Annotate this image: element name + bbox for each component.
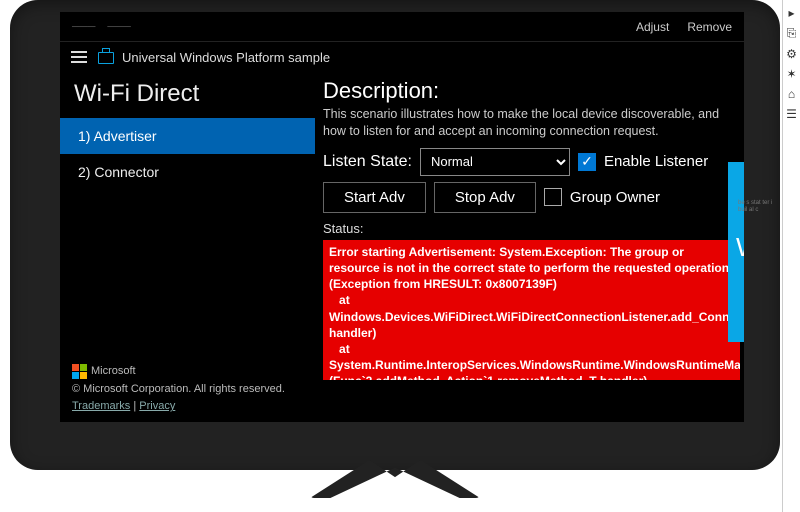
side-note-text: be s stat ter i buil al c xyxy=(738,200,778,214)
gutter-icon[interactable]: ✶ xyxy=(783,67,800,81)
enable-listener-checkbox[interactable]: ✓ xyxy=(578,153,596,171)
adjust-button[interactable]: Adjust xyxy=(636,20,669,34)
remove-button[interactable]: Remove xyxy=(687,20,732,34)
microsoft-logo: Microsoft xyxy=(72,363,285,381)
listen-state-select[interactable]: Normal xyxy=(420,148,570,176)
gutter-icon[interactable]: ☰ xyxy=(783,107,800,121)
sidebar-item-connector[interactable]: 2) Connector xyxy=(60,154,315,190)
side-banner: W xyxy=(728,162,744,342)
sidebar-footer: Microsoft © Microsoft Corporation. All r… xyxy=(72,363,285,416)
gutter-icon[interactable]: ⚙ xyxy=(783,47,800,61)
start-adv-button[interactable]: Start Adv xyxy=(323,182,426,213)
content-pane: Description: This scenario illustrates h… xyxy=(315,72,744,422)
sidebar-item-advertiser[interactable]: 1) Advertiser xyxy=(60,118,315,154)
sidebar: Wi-Fi Direct 1) Advertiser 2) Connector … xyxy=(60,72,315,422)
browser-gutter: ▸ ⎘ ⚙ ✶ ⌂ ☰ xyxy=(782,0,800,512)
status-label: Status: xyxy=(323,221,740,236)
group-owner-checkbox[interactable] xyxy=(544,188,562,206)
gutter-icon[interactable]: ⌂ xyxy=(783,87,800,101)
topbar-left: ────── xyxy=(72,21,131,33)
briefcase-icon xyxy=(98,52,114,64)
trademarks-link[interactable]: Trademarks xyxy=(72,400,130,412)
listen-state-label: Listen State: xyxy=(323,153,412,171)
side-banner-letter: W xyxy=(736,232,744,263)
window-topbar: ────── Adjust Remove xyxy=(60,12,744,42)
description-heading: Description: xyxy=(323,78,740,104)
group-owner-label: Group Owner xyxy=(570,189,660,206)
page-title: Wi-Fi Direct xyxy=(60,76,315,118)
app-body: Wi-Fi Direct 1) Advertiser 2) Connector … xyxy=(60,72,744,422)
description-text: This scenario illustrates how to make th… xyxy=(323,106,740,140)
listen-row: Listen State: Normal ✓ Enable Listener xyxy=(323,148,740,176)
stop-adv-button[interactable]: Stop Adv xyxy=(434,182,536,213)
enable-listener-label: Enable Listener xyxy=(604,153,708,170)
device-frame: ────── Adjust Remove Universal Windows P… xyxy=(10,0,780,470)
status-error-text: Error starting Advertisement: System.Exc… xyxy=(323,240,740,380)
gutter-icon[interactable]: ⎘ xyxy=(783,26,800,41)
buttons-row: Start Adv Stop Adv Group Owner xyxy=(323,182,740,213)
hamburger-icon[interactable] xyxy=(68,46,90,68)
gutter-icon[interactable]: ▸ xyxy=(783,6,800,20)
copyright-text: © Microsoft Corporation. All rights rese… xyxy=(72,381,285,399)
app-screen: ────── Adjust Remove Universal Windows P… xyxy=(60,12,744,422)
app-title: Universal Windows Platform sample xyxy=(122,50,330,65)
privacy-link[interactable]: Privacy xyxy=(139,400,175,412)
titlebar: Universal Windows Platform sample xyxy=(60,42,744,72)
